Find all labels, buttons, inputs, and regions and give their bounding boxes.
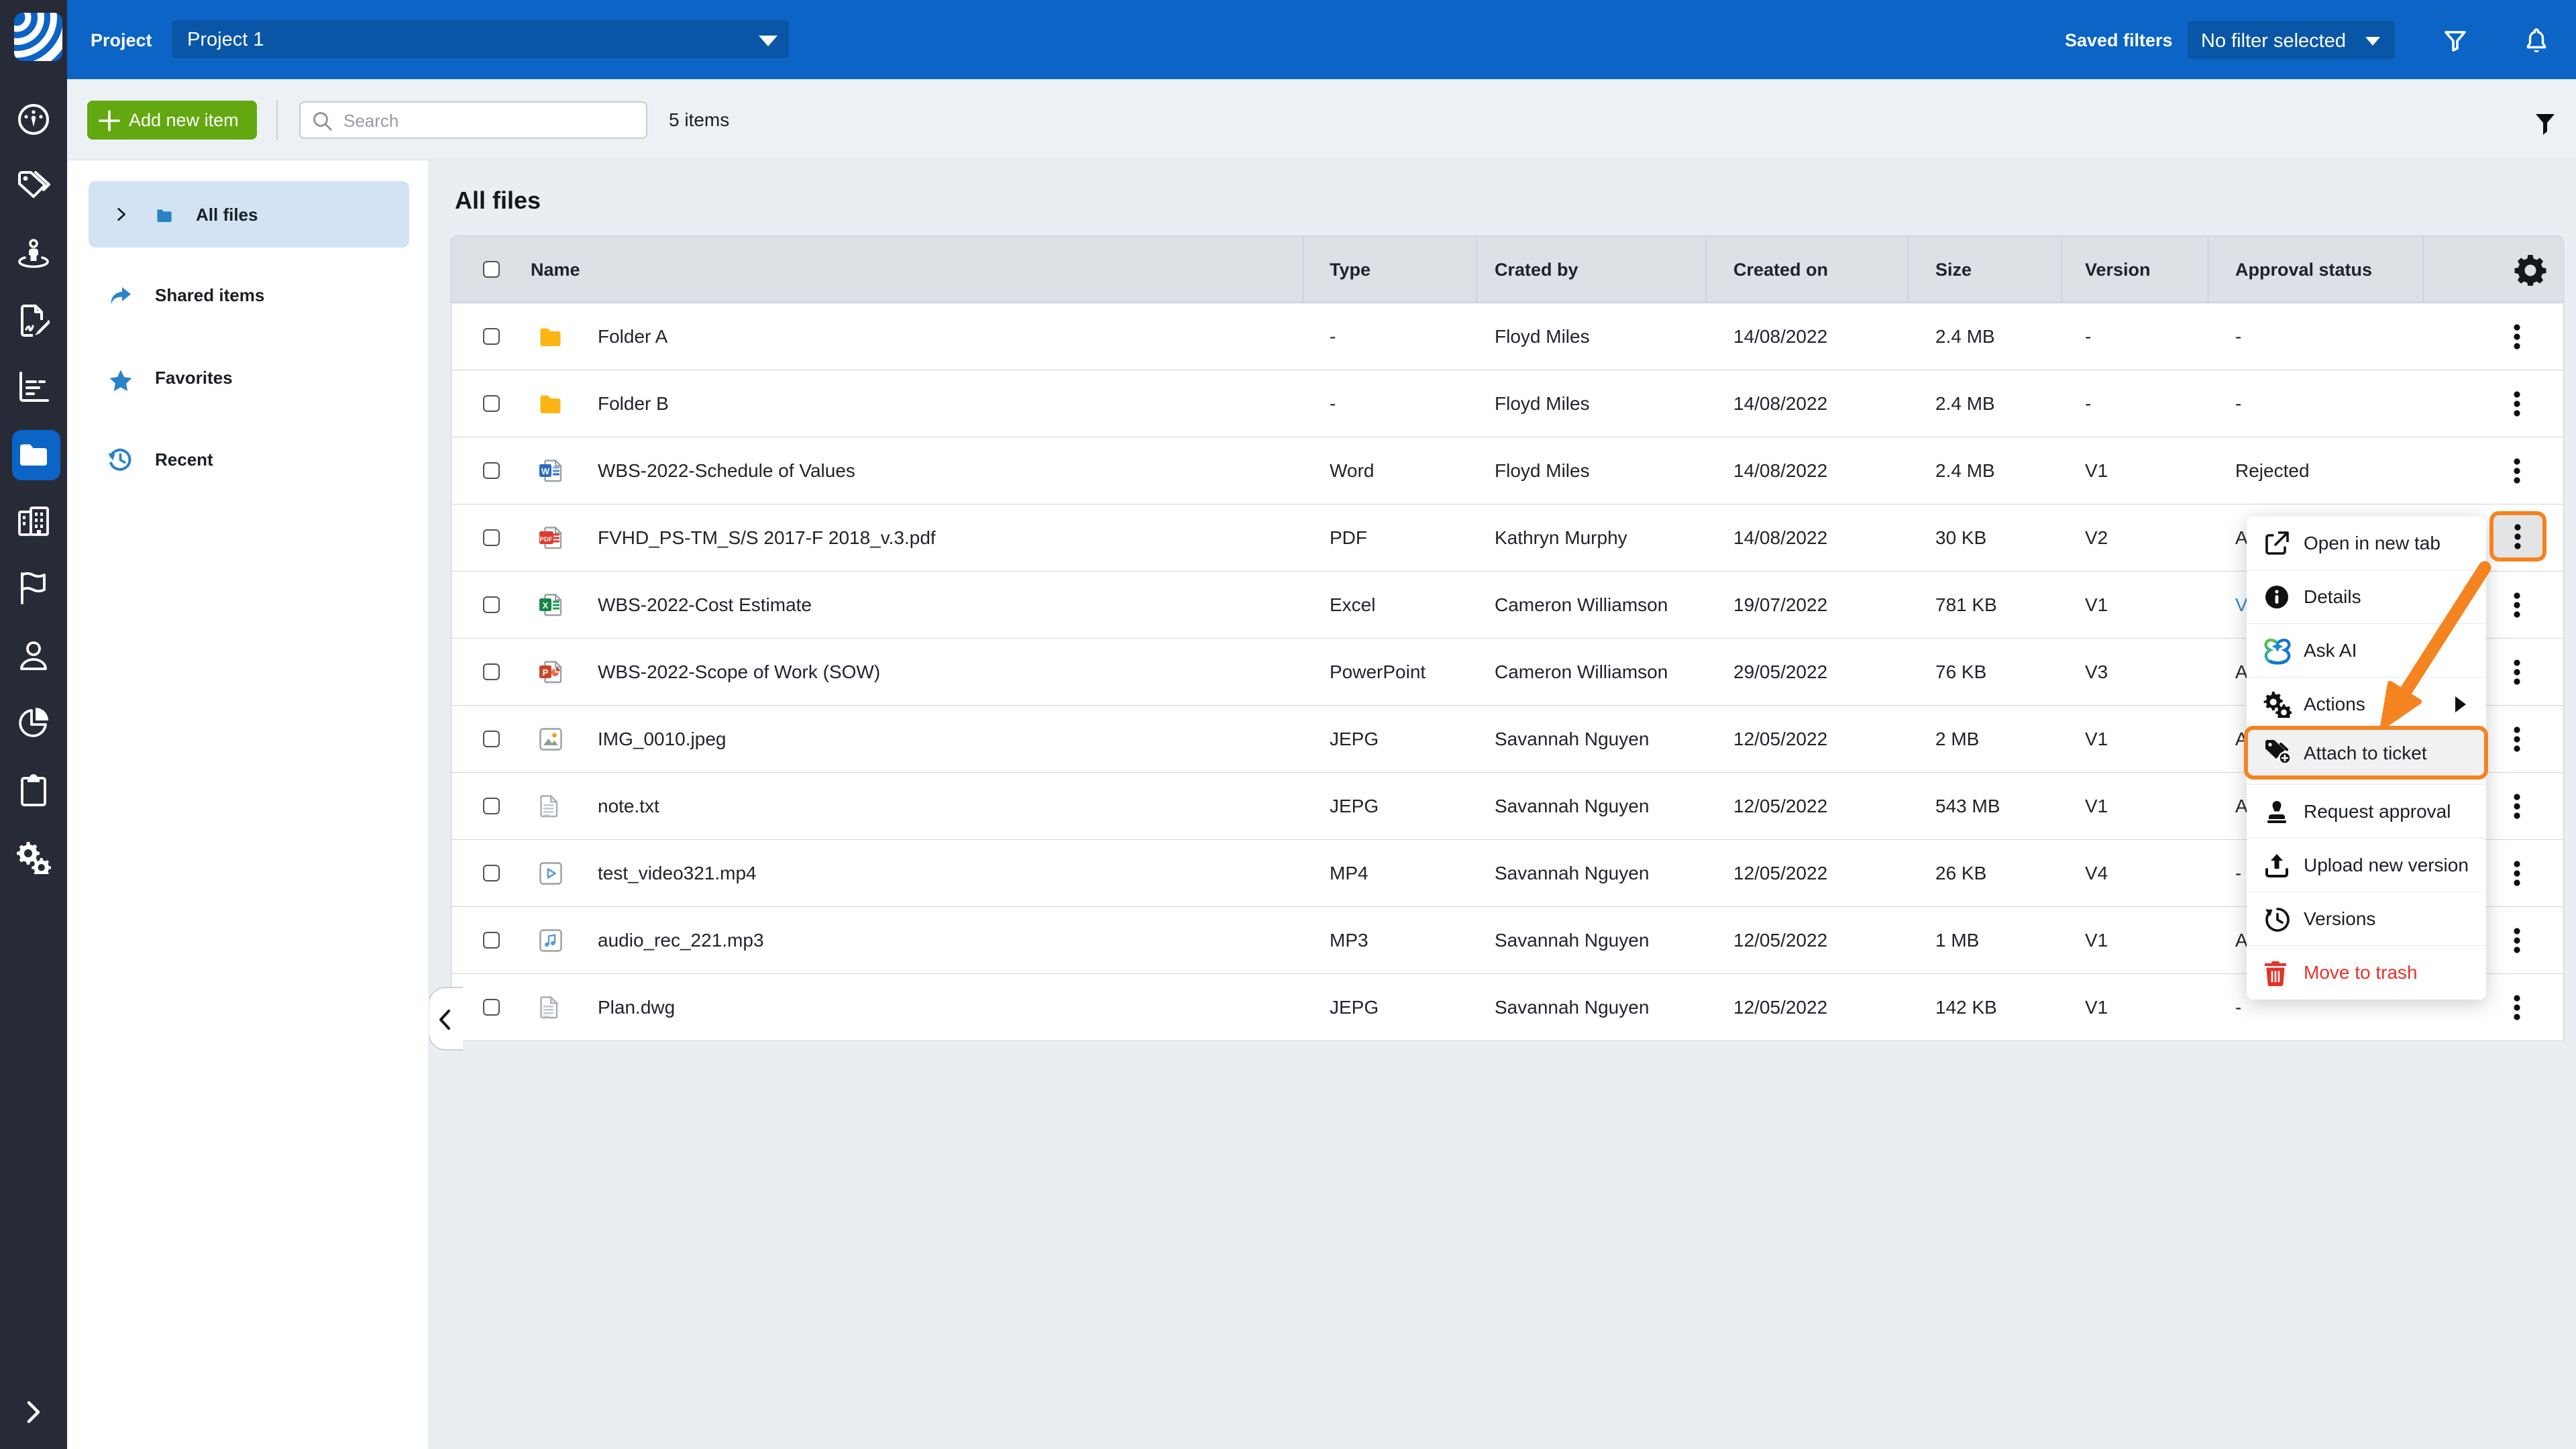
svg-text:PDF: PDF <box>540 536 553 543</box>
svg-text:W: W <box>541 466 550 476</box>
svg-text:X: X <box>543 600 549 610</box>
svg-text:P: P <box>543 667 549 678</box>
